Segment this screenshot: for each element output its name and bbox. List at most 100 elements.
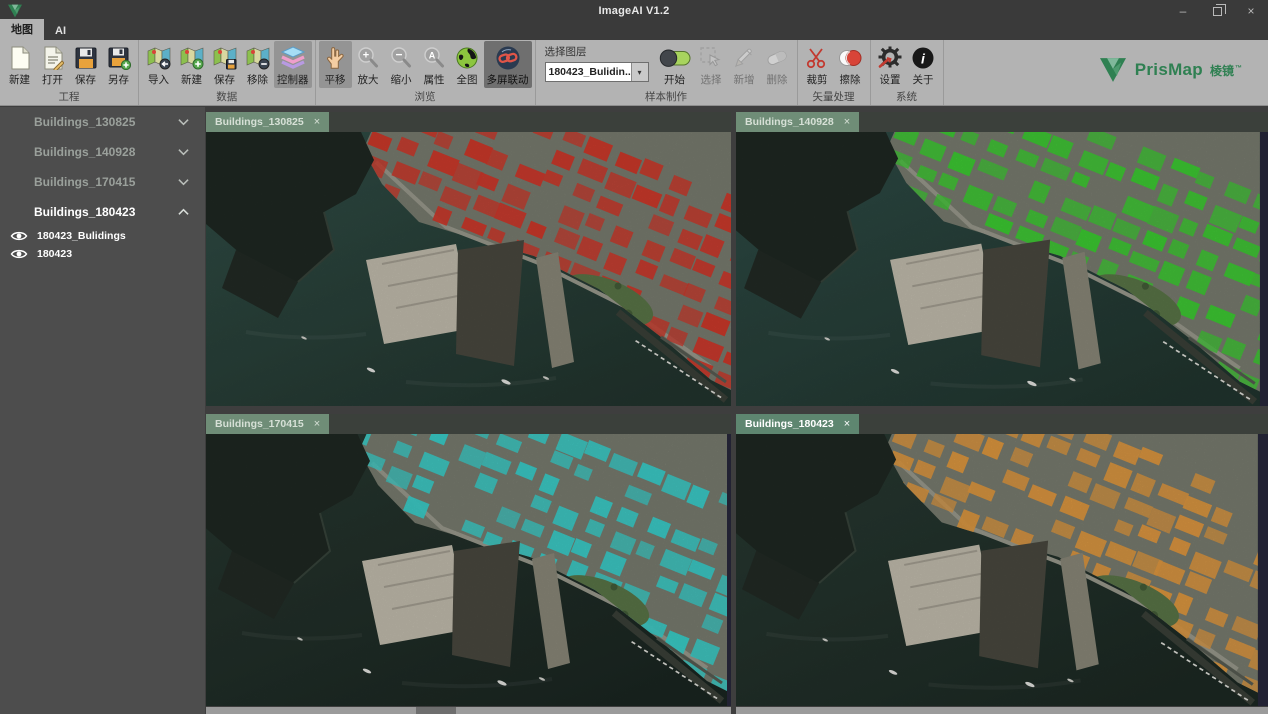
panel-tab-buildings-140928[interactable]: Buildings_140928× — [736, 112, 859, 132]
ribbon-group-label: 矢量处理 — [801, 89, 867, 106]
ribbon-group-data: 导入新建保存移除控制器数据 — [139, 40, 316, 105]
panel-tab-bar: Buildings_140928× — [736, 112, 1268, 132]
save-project-button[interactable]: 保存 — [69, 41, 102, 88]
floppy-icon — [74, 44, 98, 71]
map-view-buildings-130825[interactable] — [206, 132, 731, 406]
ribbon-tab-map[interactable]: 地图 — [0, 19, 44, 40]
save-data-button[interactable]: 保存 — [208, 41, 241, 88]
controller-button[interactable]: 控制器 — [274, 41, 312, 88]
restore-button[interactable] — [1200, 0, 1234, 22]
svg-text:+: + — [363, 49, 369, 61]
layer-item-label: 180423 — [37, 248, 72, 260]
map-save-icon — [212, 44, 238, 71]
window-title: ImageAI V1.2 — [0, 5, 1268, 17]
file-new-icon — [9, 44, 31, 71]
full-extent-button[interactable]: 全图 — [451, 41, 484, 88]
save-as-project-button[interactable]: 另存 — [102, 41, 135, 88]
panel-tab-buildings-170415[interactable]: Buildings_170415× — [206, 414, 329, 434]
settings-button[interactable]: 设置 — [874, 41, 907, 88]
panel-tab-buildings-130825[interactable]: Buildings_130825× — [206, 112, 329, 132]
dropdown-arrow-icon[interactable]: ▾ — [631, 63, 648, 81]
layer-item-180423[interactable]: 180423 — [0, 245, 205, 263]
panel-tab-buildings-180423[interactable]: Buildings_180423 × — [736, 414, 859, 434]
attribute-button[interactable]: A属性 — [418, 41, 451, 88]
chevron-up-icon[interactable] — [178, 208, 189, 216]
minimize-button[interactable]: – — [1166, 0, 1200, 22]
ribbon-group-sample-making: 选择图层180423_Bulidin...▾开始选择新增删除样本制作 — [536, 40, 798, 105]
panel-tab-bar: Buildings_170415× — [206, 414, 731, 434]
map-panel-buildings-170415: Buildings_170415× — [206, 414, 731, 706]
layer-item-180423-bulidings[interactable]: 180423_Bulidings — [0, 227, 205, 245]
svg-text:A: A — [429, 50, 436, 60]
chevron-down-icon[interactable] — [178, 178, 189, 186]
new-project-button[interactable]: 新建 — [3, 41, 36, 88]
layer-combo-label: 选择图层 — [545, 44, 649, 59]
layer-select-dropdown[interactable]: 180423_Bulidin...▾ — [545, 62, 649, 82]
ribbon-tab-ai[interactable]: AI — [44, 23, 77, 40]
visibility-eye-icon[interactable] — [10, 230, 28, 242]
sidebar-group-buildings-170415[interactable]: Buildings_170415 — [0, 167, 205, 197]
eraser-icon — [765, 44, 789, 71]
horizontal-scrollbar-right[interactable] — [736, 707, 1268, 714]
toggle-icon — [658, 44, 692, 71]
start-button[interactable]: 开始 — [655, 41, 695, 88]
visibility-eye-icon[interactable] — [10, 248, 28, 260]
map-view-buildings-140928[interactable] — [736, 132, 1268, 406]
clip-button[interactable]: 裁剪 — [801, 41, 834, 88]
remove-data-button[interactable]: 移除 — [241, 41, 274, 88]
map-panel-buildings-130825: Buildings_130825× — [206, 112, 731, 406]
scrollbar-thumb[interactable] — [416, 707, 456, 714]
chevron-down-icon[interactable] — [178, 148, 189, 156]
prismap-logo-icon — [1098, 57, 1128, 83]
zoom-in-button[interactable]: +放大 — [352, 41, 385, 88]
ribbon-toolbar: 新建打开保存另存工程导入新建保存移除控制器数据平移+放大−缩小A属性全图多屏联动… — [0, 40, 1268, 106]
multi-screen-link-button[interactable]: 多屏联动 — [484, 41, 532, 88]
map-view-buildings-180423[interactable] — [736, 434, 1268, 706]
sidebar-group-buildings-140928[interactable]: Buildings_140928 — [0, 137, 205, 167]
map-new-icon — [179, 44, 205, 71]
map-import-icon — [146, 44, 172, 71]
trademark-symbol: ™ — [1235, 65, 1242, 72]
floppy-as-icon — [107, 44, 131, 71]
chevron-down-icon[interactable] — [178, 118, 189, 126]
erase-circles-icon — [837, 44, 863, 71]
sidebar-group-buildings-130825[interactable]: Buildings_130825 — [0, 107, 205, 137]
sidebar-group-label: Buildings_140928 — [34, 145, 135, 159]
magnifier-a-icon: A — [422, 44, 446, 71]
new-data-button[interactable]: 新建 — [175, 41, 208, 88]
panel-close-icon[interactable]: × — [844, 418, 850, 430]
pencil-icon — [732, 44, 756, 71]
zoom-out-button[interactable]: −缩小 — [385, 41, 418, 88]
magnifier-plus-icon: + — [356, 44, 380, 71]
map-view-buildings-170415[interactable] — [206, 434, 731, 706]
close-button[interactable]: × — [1234, 0, 1268, 22]
layer-combo: 选择图层 180423_Bulidin...▾ — [539, 40, 655, 89]
panel-close-icon[interactable]: × — [844, 116, 850, 128]
map-remove-icon — [245, 44, 271, 71]
ribbon-group-label: 系统 — [874, 89, 940, 106]
svg-text:−: − — [395, 47, 402, 61]
map-panel-buildings-140928: Buildings_140928× — [736, 112, 1268, 406]
ribbon-group-project: 新建打开保存另存工程 — [0, 40, 139, 105]
open-project-button[interactable]: 打开 — [36, 41, 69, 88]
ribbon-tabstrip: 地图AI — [0, 22, 1268, 40]
gear-wrench-icon — [877, 44, 903, 71]
sidebar-group-label: Buildings_130825 — [34, 115, 135, 129]
erase-button[interactable]: 擦除 — [834, 41, 867, 88]
pan-button[interactable]: 平移 — [319, 41, 352, 88]
panel-close-icon[interactable]: × — [314, 418, 320, 430]
panel-tab-label: Buildings_180423 — [745, 418, 834, 430]
select-cursor-icon — [699, 44, 723, 71]
file-open-icon — [42, 44, 64, 71]
panel-tab-bar: Buildings_180423 × — [736, 414, 1268, 434]
panel-tab-bar: Buildings_130825× — [206, 112, 731, 132]
magnifier-minus-icon: − — [389, 44, 413, 71]
globe-icon — [455, 44, 479, 71]
panel-close-icon[interactable]: × — [314, 116, 320, 128]
ribbon-group-vector-processing: 裁剪擦除矢量处理 — [798, 40, 871, 105]
about-button[interactable]: i关于 — [907, 41, 940, 88]
import-data-button[interactable]: 导入 — [142, 41, 175, 88]
sidebar-group-buildings-180423[interactable]: Buildings_180423 — [0, 197, 205, 227]
horizontal-scrollbar-left[interactable] — [206, 707, 731, 714]
brand-name-cn: 棱镜™ — [1210, 62, 1242, 79]
